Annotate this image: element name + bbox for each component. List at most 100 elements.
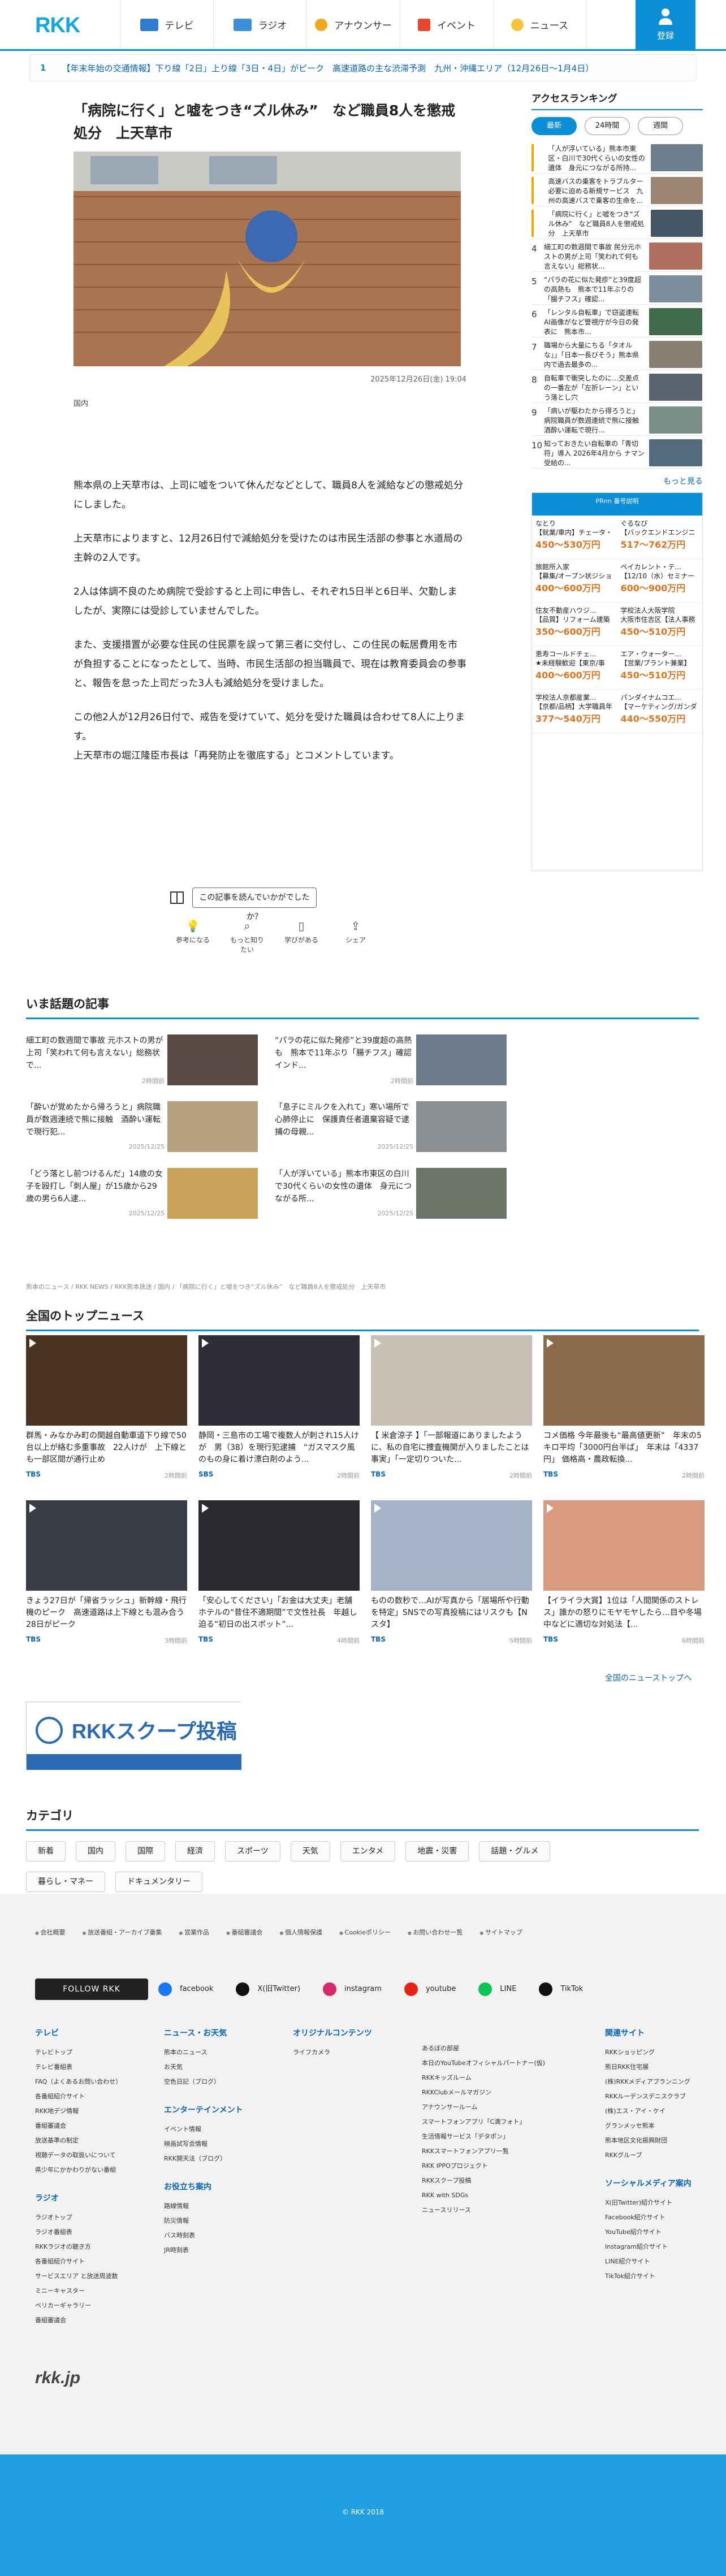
nav-tv[interactable]: テレビ — [120, 0, 213, 49]
footer-link[interactable]: 番組審議会 — [35, 2119, 164, 2133]
ranking-item[interactable]: 9 「病いが駆わたから得ろうと」病院職員が数週連続で熊に接触 酒酔い運転で現行..… — [531, 403, 703, 436]
footer-link[interactable]: 熊日RKK住宅展 — [605, 2060, 726, 2075]
footer-link[interactable]: 県少年にかかわりがない番組 — [35, 2163, 164, 2177]
footer-link[interactable]: (株)エス・アイ・ケイ — [605, 2104, 726, 2119]
tiktok-link[interactable]: TikTok — [534, 1978, 595, 2000]
footer-link[interactable]: RKKClubメールマガジン — [422, 2085, 605, 2100]
footer-link[interactable]: アナウンサールーム — [422, 2100, 605, 2115]
category-button[interactable]: 国際 — [126, 1841, 165, 1861]
topnews-item[interactable]: きょう27日が「帰省ラッシュ」新幹線・飛行機のピーク 高速道路は上下線とも混み合… — [26, 1500, 187, 1653]
footer-link[interactable]: 放送番組・アーカイブ番集 — [83, 1928, 162, 1937]
ad-item[interactable]: なとり 【就業/車内】チェータ・ロールカバスで入院450〜530万円 — [532, 516, 617, 559]
tab-latest[interactable]: 最新 — [531, 117, 577, 135]
ranking-item[interactable]: 「病院に行く」と嘘をつき“ズル休み” など職員8人を懲戒処分 上天草市 — [531, 206, 703, 239]
reaction-helpful[interactable]: 💡 参考になる — [175, 919, 210, 954]
footer-link[interactable]: 放送基準の制定 — [35, 2133, 164, 2148]
nav-event[interactable]: イベント — [400, 0, 493, 49]
youtube-link[interactable]: youtube — [400, 1978, 468, 2000]
ad-item[interactable]: 学校法人大阪学院 大阪市住吉区【法人事務局/大学の高校..】450〜510万円 — [617, 603, 702, 646]
topnews-item[interactable]: 群馬・みなかみ町の関越自動車道下り線で50台以上が絡む多重事故 22人けが 上下… — [26, 1335, 187, 1488]
category-button[interactable]: スポーツ — [225, 1841, 280, 1861]
footer-link[interactable]: TikTok紹介サイト — [605, 2269, 726, 2284]
category-button[interactable]: 地震・災害 — [405, 1841, 469, 1861]
nav-radio[interactable]: ラジオ — [213, 0, 306, 49]
trending-item[interactable]: 「息子にミルクを入れて」寒い場所で心肺停止に 保護責任者遺棄容疑で逮捕の母親..… — [275, 1101, 591, 1158]
ranking-item[interactable]: 7 職場から大量にちる「タオルな」」「日本一長びそう」熊本県内で過去最多の... — [531, 337, 703, 370]
category-button[interactable]: 暮らし・マネー — [26, 1872, 105, 1892]
category-button[interactable]: 天気 — [290, 1841, 330, 1861]
topnews-item[interactable]: 【イライラ大賞】1位は「人間関係のストレス」誰かの怒りにモヤモヤしたら…目や冬場… — [543, 1500, 705, 1653]
footer-link[interactable]: 番組審議会 — [226, 1928, 262, 1937]
topnews-item[interactable]: コメ価格 今年最後も“最高値更新” 年末の5キロ平均「3000円台半ば」 年末は… — [543, 1335, 705, 1488]
footer-link[interactable]: ニュースリリース — [422, 2203, 605, 2218]
topnews-item[interactable]: 【 米倉涼子 】「一部報道にありましたように、私の自宅に捜査機関が入りましたこと… — [371, 1335, 532, 1488]
footer-link[interactable]: X(旧Twitter)紹介サイト — [605, 2196, 726, 2210]
ranking-item[interactable]: 「人が浮いている」熊本市東区・白川で30代くらいの女性の遺体 身元につながる所持… — [531, 141, 703, 174]
footer-link[interactable]: 会社概要 — [35, 1928, 66, 1937]
footer-link[interactable]: 営業作品 — [179, 1928, 209, 1937]
footer-link[interactable]: Cookieポリシー — [339, 1928, 391, 1937]
reaction-learning[interactable]: ▯ 学びがある — [284, 919, 319, 954]
footer-link[interactable]: LINE紹介サイト — [605, 2254, 726, 2269]
instagram-link[interactable]: instagram — [318, 1978, 394, 2000]
ad-item[interactable]: 学校法人京都産業... 【京都/品柄】大学職員年令年3日の...377〜540万… — [532, 690, 617, 733]
ranking-item[interactable]: 4 細工町の数週間で事故 民分元ホストの男が上司「笑われて何も言えない」総務状..… — [531, 239, 703, 272]
topnews-item[interactable]: ものの数秒で…AIが写真から「居場所や行動を特定」SNSでの写真投稿にはリスクも… — [371, 1500, 532, 1653]
nav-announcer[interactable]: アナウンサー — [306, 0, 400, 49]
footer-link[interactable]: Facebook紹介サイト — [605, 2210, 726, 2225]
ranking-item[interactable]: 8 自転車で衝突したのに…交差点の一番左が「左折レーン」という落とし穴 — [531, 370, 703, 403]
footer-link[interactable]: YouTube紹介サイト — [605, 2225, 726, 2240]
footer-link[interactable]: 個人情報保護 — [279, 1928, 322, 1937]
breaking-ticker[interactable]: 1 【年末年始の交通情報】下り線「2日」上り線「3日・4日」がピーク 高速道路の… — [29, 54, 697, 81]
footer-link[interactable]: テレビ番組表 — [35, 2060, 164, 2075]
footer-link[interactable]: ライフカメラ — [293, 2045, 422, 2060]
ranking-item[interactable]: 6 「レンタル自転車」で窃盗連転 AI画像がなど警視庁が今日の発表に 熊本市... — [531, 305, 703, 337]
x-link[interactable]: X(旧Twitter) — [231, 1978, 313, 2000]
footer-link[interactable]: イベント情報 — [164, 2122, 293, 2137]
ad-item[interactable]: ぐるなび 【バックエンドエンジニア（ぐるなび）】517〜762万円 — [617, 516, 702, 559]
rkk-logo[interactable]: RKK — [35, 14, 80, 38]
job-ad[interactable]: PRnn 番号説明 なとり 【就業/車内】チェータ・ロールカバスで入院450〜5… — [531, 492, 703, 871]
share-button[interactable]: ⇪ シェア — [338, 919, 373, 954]
footer-link[interactable]: 熊本地区文化振興財団 — [605, 2133, 726, 2148]
footer-link[interactable]: 各番組紹介サイト — [35, 2089, 164, 2104]
footer-link[interactable]: テレビトップ — [35, 2045, 164, 2060]
footer-link[interactable]: RKKショッピング — [605, 2045, 726, 2060]
rkk-jp-logo[interactable]: rkk.jp — [35, 2369, 80, 2388]
footer-link[interactable]: 映画試写会情報 — [164, 2137, 293, 2151]
footer-link[interactable]: 各番組紹介サイト — [35, 2254, 164, 2269]
all-news-link[interactable]: 全国のニューストップへ — [605, 1672, 692, 1683]
footer-link[interactable]: サイトマップ — [479, 1928, 522, 1937]
footer-link[interactable]: 空色日記（ブログ） — [164, 2075, 293, 2089]
footer-link[interactable]: あるぼの部屋 — [422, 2041, 605, 2056]
feedback-question[interactable]: この記事を読んでいかがでしたか？ — [192, 887, 317, 921]
footer-link[interactable]: 本日のYouTubeオフィシャルパートナー(仮) — [422, 2056, 605, 2071]
ad-item[interactable]: エア・ウォーター... 【営業/プラント兼業】（空調・冷蔵・冷凍...450〜5… — [617, 646, 702, 690]
footer-link[interactable]: FAQ（よくあるお問い合わせ） — [35, 2075, 164, 2089]
footer-link[interactable]: ミニーキャスター — [35, 2284, 164, 2298]
ranking-item[interactable]: 5 “パラの花に似た発疹”と39度超の高熱も 熊本で11年ぶりの「腸チフス」確認.… — [531, 272, 703, 305]
category-button[interactable]: 国内 — [76, 1841, 115, 1861]
line-link[interactable]: LINE — [474, 1978, 529, 2000]
footer-link[interactable]: RKKキッズルーム — [422, 2071, 605, 2085]
footer-link[interactable]: (株)RKKメディアプランニング — [605, 2075, 726, 2089]
nav-news[interactable]: ニュース — [493, 0, 586, 49]
footer-link[interactable]: ラジオ番組表 — [35, 2225, 164, 2240]
footer-link[interactable]: お問い合わせ一覧 — [408, 1928, 463, 1937]
footer-link[interactable]: RKKスマートフォンアプリ一覧 — [422, 2144, 605, 2159]
footer-link[interactable]: RKKグループ — [605, 2148, 726, 2163]
category-button[interactable]: エンタメ — [340, 1841, 396, 1861]
footer-link[interactable]: RKK IPPOプロジェクト — [422, 2159, 605, 2174]
footer-link[interactable]: 番組審議会 — [35, 2313, 164, 2328]
footer-link[interactable]: JR時刻表 — [164, 2243, 293, 2258]
footer-link[interactable]: バス時刻表 — [164, 2228, 293, 2243]
footer-link[interactable]: RKK地デジ情報 — [35, 2104, 164, 2119]
ad-item[interactable]: パンダイナムコエ... 【マーケティング/ガンダムコンテンツ...440〜550… — [617, 690, 702, 733]
breadcrumb[interactable]: 熊本のニュース / RKK NEWS / RKK熊本放送 / 国内 / 「病院に… — [26, 1282, 386, 1291]
trending-item[interactable]: “パラの花に似た発疹”と39度超の高熱も 熊本で11年ぶり「腸チフス」確認 イン… — [275, 1034, 591, 1091]
trending-item[interactable]: 「人が浮いている」熊本市東区の白川で30代くらいの女性の遺体 身元につながる所.… — [275, 1168, 591, 1224]
footer-link[interactable]: スマートフォンアプリ「C満フォト」 — [422, 2115, 605, 2129]
footer-link[interactable]: 路線情報 — [164, 2199, 293, 2214]
footer-link[interactable]: 視聴データの取扱いについて — [35, 2148, 164, 2163]
scoop-banner[interactable]: RKKスクープ投稿 — [26, 1702, 241, 1770]
